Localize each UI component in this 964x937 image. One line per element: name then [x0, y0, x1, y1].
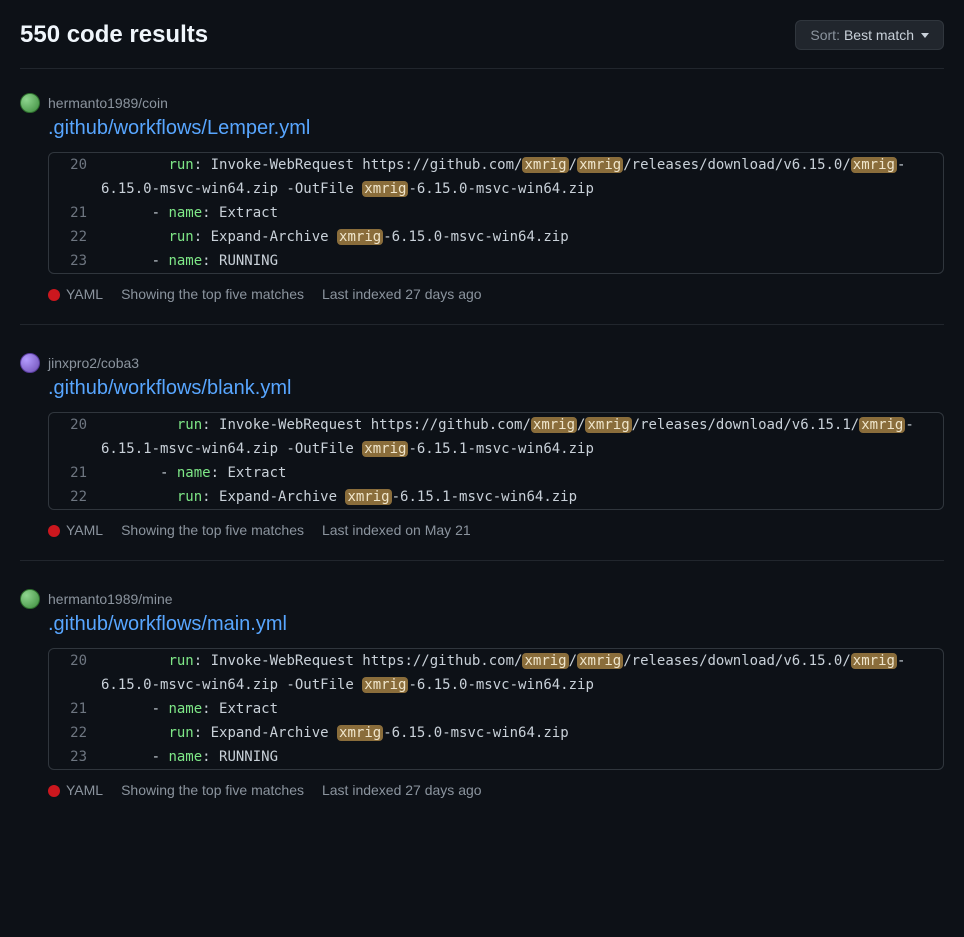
match-highlight: xmrig — [851, 157, 897, 173]
indexed-text: Last indexed on May 21 — [322, 522, 471, 538]
line-number: 20 — [49, 153, 101, 201]
repo-line: hermanto1989/coin — [20, 93, 944, 113]
language-filter[interactable]: YAML — [48, 286, 103, 302]
code-snippet[interactable]: 20 run: Invoke-WebRequest https://github… — [48, 648, 944, 770]
code-content: run: Invoke-WebRequest https://github.co… — [101, 153, 943, 201]
match-highlight: xmrig — [585, 417, 631, 433]
code-line: 21 - name: Extract — [49, 697, 943, 721]
line-number: 23 — [49, 745, 101, 769]
matches-text: Showing the top five matches — [121, 782, 304, 798]
language-color-icon — [48, 289, 60, 301]
match-highlight: xmrig — [522, 157, 568, 173]
code-content: run: Expand-Archive xmrig-6.15.1-msvc-wi… — [101, 485, 587, 509]
code-content: - name: RUNNING — [101, 249, 288, 273]
match-highlight: xmrig — [522, 653, 568, 669]
code-line: 21 - name: Extract — [49, 201, 943, 225]
result-meta: YAML Showing the top five matches Last ind… — [48, 286, 944, 302]
code-content: run: Invoke-WebRequest https://github.co… — [101, 413, 943, 461]
code-content: - name: RUNNING — [101, 745, 288, 769]
indexed-text: Last indexed 27 days ago — [322, 782, 482, 798]
matches-text: Showing the top five matches — [121, 286, 304, 302]
line-number: 21 — [49, 697, 101, 721]
code-line: 20 run: Invoke-WebRequest https://github… — [49, 153, 943, 201]
sort-button[interactable]: Sort: Best match — [795, 20, 944, 50]
line-number: 22 — [49, 225, 101, 249]
code-content: - name: Extract — [101, 697, 288, 721]
code-content: run: Invoke-WebRequest https://github.co… — [101, 649, 943, 697]
result-meta: YAML Showing the top five matches Last ind… — [48, 782, 944, 798]
match-highlight: xmrig — [362, 677, 408, 693]
code-content: - name: Extract — [101, 461, 296, 485]
sort-prefix: Sort: — [810, 27, 840, 43]
matches-text: Showing the top five matches — [121, 522, 304, 538]
line-number: 22 — [49, 721, 101, 745]
repo-link[interactable]: hermanto1989/coin — [48, 95, 168, 111]
match-highlight: xmrig — [362, 441, 408, 457]
repo-link[interactable]: hermanto1989/mine — [48, 591, 173, 607]
code-snippet[interactable]: 20 run: Invoke-WebRequest https://github… — [48, 152, 944, 274]
language-filter[interactable]: YAML — [48, 522, 103, 538]
language-color-icon — [48, 785, 60, 797]
match-highlight: xmrig — [531, 417, 577, 433]
search-result: hermanto1989/coin .github/workflows/Lempe… — [20, 93, 944, 325]
repo-link[interactable]: jinxpro2/coba3 — [48, 355, 139, 371]
search-result: jinxpro2/coba3 .github/workflows/blank.ym… — [20, 353, 944, 561]
code-snippet[interactable]: 20 run: Invoke-WebRequest https://github… — [48, 412, 944, 510]
code-line: 22 run: Expand-Archive xmrig-6.15.0-msvc… — [49, 721, 943, 745]
code-line: 20 run: Invoke-WebRequest https://github… — [49, 649, 943, 697]
code-content: run: Expand-Archive xmrig-6.15.0-msvc-wi… — [101, 225, 579, 249]
indexed-text: Last indexed 27 days ago — [322, 286, 482, 302]
code-content: run: Expand-Archive xmrig-6.15.0-msvc-wi… — [101, 721, 579, 745]
code-line: 22 run: Expand-Archive xmrig-6.15.1-msvc… — [49, 485, 943, 509]
code-line: 22 run: Expand-Archive xmrig-6.15.0-msvc… — [49, 225, 943, 249]
results-header: 550 code results Sort: Best match — [20, 20, 944, 69]
avatar[interactable] — [20, 353, 40, 373]
file-path-link[interactable]: .github/workflows/blank.yml — [48, 377, 291, 400]
match-highlight: xmrig — [851, 653, 897, 669]
avatar[interactable] — [20, 589, 40, 609]
chevron-down-icon — [921, 33, 929, 38]
file-path-link[interactable]: .github/workflows/Lemper.yml — [48, 117, 310, 140]
line-number: 23 — [49, 249, 101, 273]
match-highlight: xmrig — [345, 489, 391, 505]
match-highlight: xmrig — [337, 725, 383, 741]
code-line: 20 run: Invoke-WebRequest https://github… — [49, 413, 943, 461]
repo-line: hermanto1989/mine — [20, 589, 944, 609]
search-result: hermanto1989/mine .github/workflows/main.… — [20, 589, 944, 820]
code-line: 21 - name: Extract — [49, 461, 943, 485]
results-title: 550 code results — [20, 21, 208, 49]
match-highlight: xmrig — [337, 229, 383, 245]
line-number: 22 — [49, 485, 101, 509]
sort-value: Best match — [844, 27, 914, 43]
line-number: 21 — [49, 201, 101, 225]
result-meta: YAML Showing the top five matches Last ind… — [48, 522, 944, 538]
line-number: 20 — [49, 649, 101, 697]
avatar[interactable] — [20, 93, 40, 113]
repo-line: jinxpro2/coba3 — [20, 353, 944, 373]
line-number: 21 — [49, 461, 101, 485]
match-highlight: xmrig — [859, 417, 905, 433]
match-highlight: xmrig — [362, 181, 408, 197]
language-color-icon — [48, 525, 60, 537]
language-filter[interactable]: YAML — [48, 782, 103, 798]
line-number: 20 — [49, 413, 101, 461]
code-line: 23 - name: RUNNING — [49, 249, 943, 273]
code-line: 23 - name: RUNNING — [49, 745, 943, 769]
match-highlight: xmrig — [577, 157, 623, 173]
match-highlight: xmrig — [577, 653, 623, 669]
code-content: - name: Extract — [101, 201, 288, 225]
file-path-link[interactable]: .github/workflows/main.yml — [48, 613, 287, 636]
